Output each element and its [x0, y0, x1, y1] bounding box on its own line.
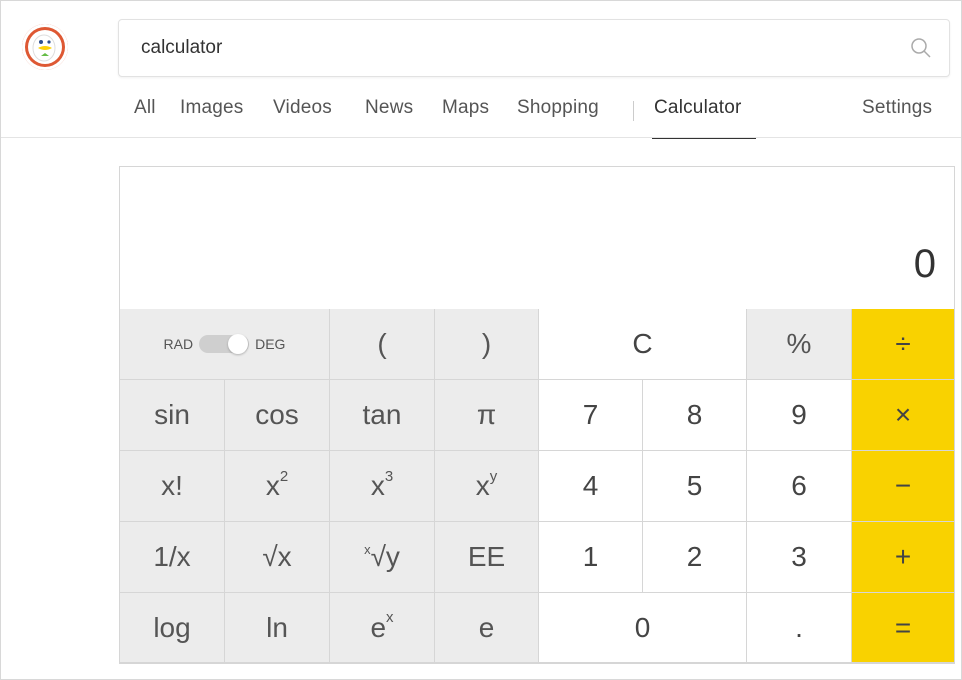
search-input[interactable] — [141, 20, 881, 76]
decimal-button[interactable]: . — [747, 593, 852, 663]
digit-6-button[interactable]: 6 — [747, 451, 852, 522]
sqrt-button[interactable]: √x — [225, 522, 330, 593]
cube-base: x — [370, 470, 385, 501]
digit-3-button[interactable]: 3 — [747, 522, 852, 593]
calculator-widget: 0 RAD DEG ( ) C % ÷ sin cos tan π 7 8 9 … — [119, 166, 955, 664]
clear-button[interactable]: C — [539, 309, 747, 380]
digit-1-button[interactable]: 1 — [539, 522, 643, 593]
square-button[interactable]: x2 — [225, 451, 330, 522]
e-constant-button[interactable]: e — [435, 593, 539, 663]
sin-button[interactable]: sin — [120, 380, 225, 451]
display-value: 0 — [913, 242, 936, 286]
digit-7-button[interactable]: 7 — [539, 380, 643, 451]
tab-calculator[interactable]: Calculator — [654, 97, 742, 119]
root-index: x — [364, 541, 371, 557]
log-button[interactable]: log — [120, 593, 225, 663]
cos-button[interactable]: cos — [225, 380, 330, 451]
plus-button[interactable]: + — [852, 522, 954, 593]
tab-news[interactable]: News — [365, 97, 413, 119]
duckduckgo-logo[interactable] — [22, 24, 68, 70]
close-paren-button[interactable]: ) — [435, 309, 539, 380]
search-icon[interactable] — [909, 36, 933, 60]
open-paren-button[interactable]: ( — [330, 309, 435, 380]
nth-root-button[interactable]: x √y — [330, 522, 435, 593]
header-divider — [1, 137, 961, 138]
tab-shopping[interactable]: Shopping — [517, 97, 599, 119]
search-box — [118, 19, 950, 77]
rad-deg-toggle[interactable]: RAD DEG — [120, 309, 330, 380]
duck-icon — [28, 30, 62, 64]
ln-button[interactable]: ln — [225, 593, 330, 663]
divide-button[interactable]: ÷ — [852, 309, 954, 380]
square-exponent: 2 — [279, 467, 289, 485]
tan-button[interactable]: tan — [330, 380, 435, 451]
cube-exponent: 3 — [384, 467, 394, 485]
rad-label: RAD — [163, 336, 194, 352]
factorial-button[interactable]: x! — [120, 451, 225, 522]
calculator-keypad: RAD DEG ( ) C % ÷ sin cos tan π 7 8 9 × … — [120, 309, 954, 663]
tab-all[interactable]: All — [134, 97, 156, 119]
ee-button[interactable]: EE — [435, 522, 539, 593]
reciprocal-button[interactable]: 1/x — [120, 522, 225, 593]
digit-9-button[interactable]: 9 — [747, 380, 852, 451]
exp-exponent: x — [386, 609, 394, 626]
tab-maps[interactable]: Maps — [442, 97, 489, 119]
power-base: x — [475, 470, 490, 501]
multiply-button[interactable]: × — [852, 380, 954, 451]
digit-8-button[interactable]: 8 — [643, 380, 747, 451]
deg-label: DEG — [255, 336, 286, 352]
root-radicand: √y — [370, 541, 400, 572]
digit-5-button[interactable]: 5 — [643, 451, 747, 522]
square-base: x — [265, 470, 280, 501]
digit-2-button[interactable]: 2 — [643, 522, 747, 593]
digit-0-button[interactable]: 0 — [539, 593, 747, 663]
angle-switch[interactable] — [199, 334, 250, 354]
nav-divider — [633, 101, 634, 121]
exp-button[interactable]: ex — [330, 593, 435, 663]
equals-button[interactable]: = — [852, 593, 954, 663]
minus-button[interactable]: − — [852, 451, 954, 522]
settings-link[interactable]: Settings — [862, 97, 932, 119]
pi-button[interactable]: π — [435, 380, 539, 451]
calculator-display: 0 — [120, 167, 954, 310]
exp-base: e — [370, 611, 387, 643]
percent-button[interactable]: % — [747, 309, 852, 380]
cube-button[interactable]: x3 — [330, 451, 435, 522]
tab-videos[interactable]: Videos — [273, 97, 332, 119]
power-exponent: y — [489, 467, 498, 485]
power-button[interactable]: xy — [435, 451, 539, 522]
tab-images[interactable]: Images — [180, 97, 244, 119]
digit-4-button[interactable]: 4 — [539, 451, 643, 522]
search-nav: All Images Videos News Maps Shopping Cal… — [1, 97, 961, 139]
